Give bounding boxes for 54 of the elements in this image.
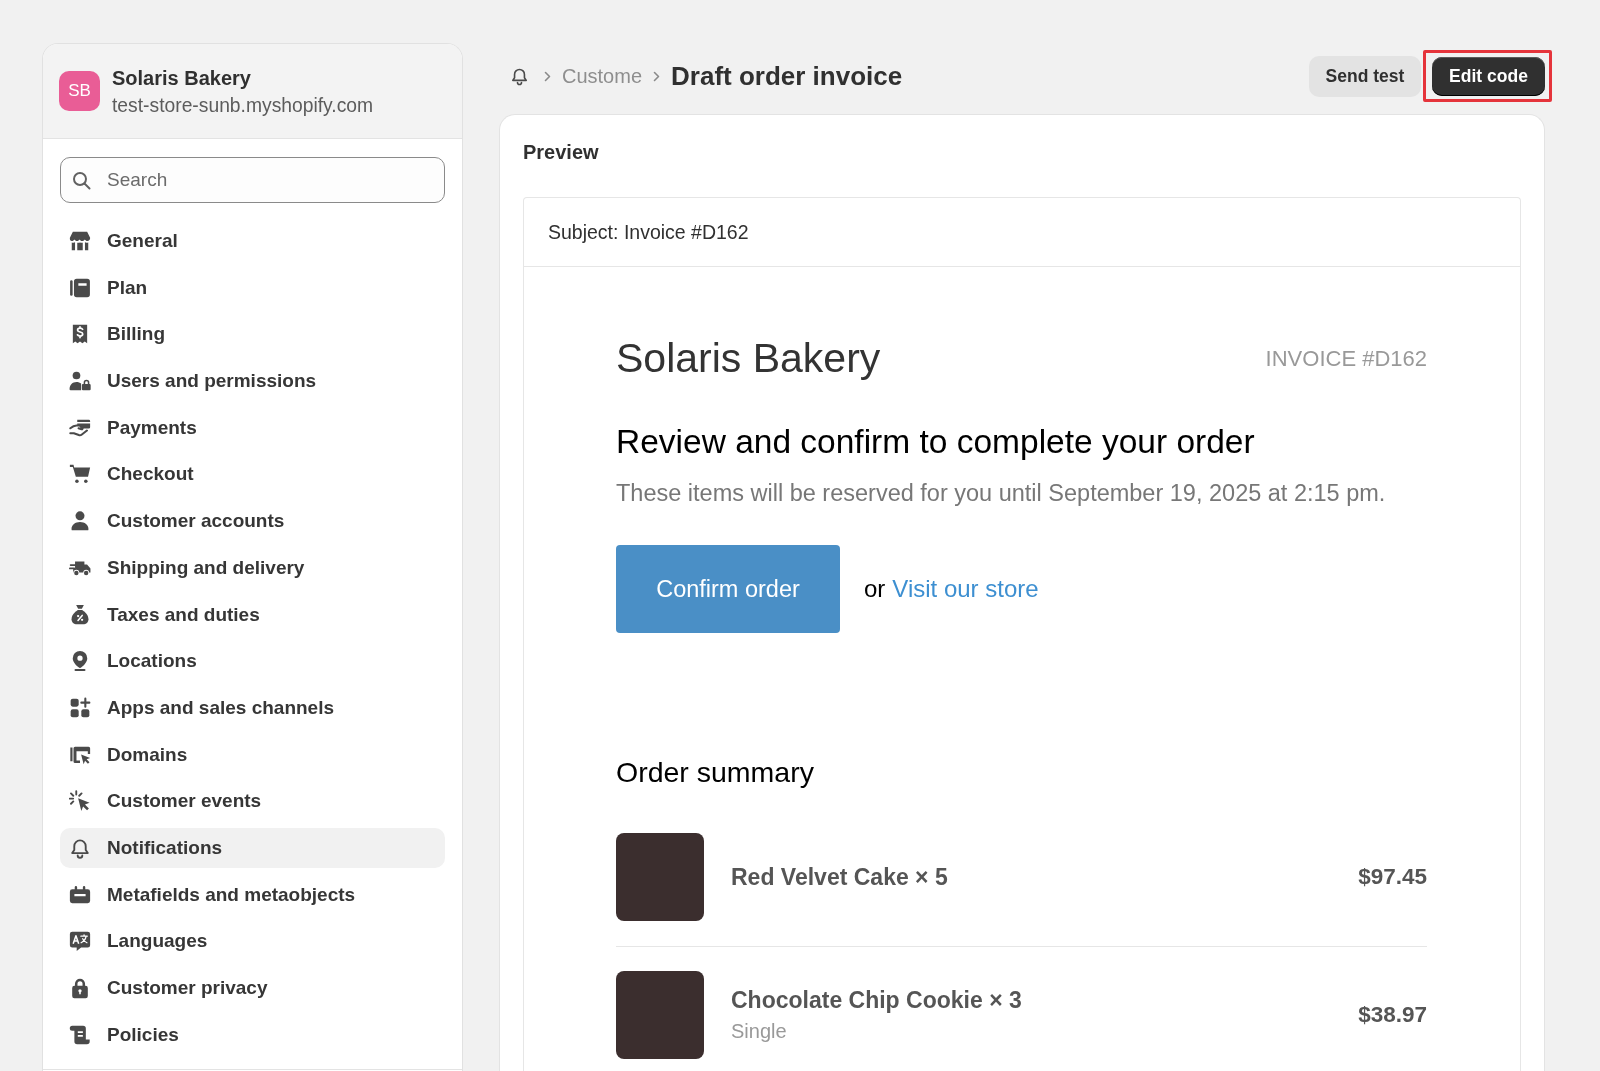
lock-icon — [69, 977, 91, 999]
summary-title: Order summary — [616, 755, 815, 789]
sidebar-item[interactable]: Customer accounts — [60, 501, 445, 542]
item-variant: Single — [731, 1019, 788, 1044]
store-icon — [69, 230, 91, 252]
chevron-right-icon — [544, 70, 551, 82]
grid-plus-icon — [69, 696, 91, 719]
sidebar-item[interactable]: Customer events — [60, 781, 445, 822]
or-text: or — [864, 575, 886, 603]
item-name: Chocolate Chip Cookie × 3 — [731, 986, 1022, 1014]
invoice-number: INVOICE #D162 — [1265, 345, 1427, 372]
sidebar-item[interactable]: Users and permissions — [60, 361, 445, 402]
send-test-button[interactable]: Send test — [1309, 55, 1421, 97]
item-price: $97.45 — [1358, 864, 1427, 890]
cart-icon — [69, 463, 91, 486]
page-title: Draft order invoice — [671, 60, 903, 92]
edit-code-button[interactable]: Edit code — [1432, 57, 1545, 96]
item-name: Red Velvet Cake × 5 — [731, 863, 948, 891]
sidebar-item[interactable]: Domains — [60, 734, 445, 775]
scroll-icon — [69, 1023, 91, 1046]
sidebar-item[interactable]: Policies — [60, 1014, 445, 1055]
sidebar-item[interactable]: Languages — [60, 921, 445, 962]
item-price: $38.97 — [1358, 1002, 1427, 1028]
sidebar-item[interactable]: Metafields and metaobjects — [60, 874, 445, 915]
money-bag-icon — [69, 603, 91, 626]
email-heading: Review and confirm to complete your order — [616, 422, 1256, 462]
store-avatar: SB — [59, 71, 100, 111]
sidebar-item[interactable]: Billing — [60, 314, 445, 355]
user-lock-icon — [69, 370, 91, 393]
reservation-message: These items will be reserved for you until September 19, 2025 at 2:15 pm. — [616, 479, 1387, 507]
sidebar-item[interactable]: Locations — [60, 641, 445, 682]
cursor-click-icon — [69, 790, 91, 813]
sidebar-item[interactable]: Shipping and delivery — [60, 547, 445, 588]
search-icon — [72, 170, 91, 190]
sidebar-item[interactable]: Taxes and duties — [60, 594, 445, 635]
sidebar-item[interactable]: Payments — [60, 407, 445, 448]
sidebar-item[interactable]: General — [60, 221, 445, 261]
person-icon — [69, 510, 91, 533]
document-icon — [69, 276, 91, 299]
tray-icon — [69, 883, 91, 906]
search-field[interactable]: Search — [60, 157, 445, 203]
preview-title: Preview — [523, 140, 600, 165]
sidebar-item[interactable]: Customer privacy — [60, 968, 445, 1008]
email-subject: Subject: Invoice #D162 — [548, 220, 749, 244]
bell-icon — [510, 66, 529, 86]
sidebar-item[interactable]: Plan — [60, 267, 445, 308]
sidebar-item[interactable]: Checkout — [60, 454, 445, 495]
store-domain: test-store-sunb.myshopify.com — [112, 93, 374, 118]
shop-name: Solaris Bakery — [616, 334, 881, 383]
sidebar-item[interactable]: Notifications — [60, 827, 445, 868]
chevron-right-icon — [653, 70, 661, 82]
store-name: Solaris Bakery — [112, 65, 252, 91]
translate-icon — [69, 930, 91, 953]
sidebar-item[interactable]: Apps and sales channels — [60, 687, 445, 728]
